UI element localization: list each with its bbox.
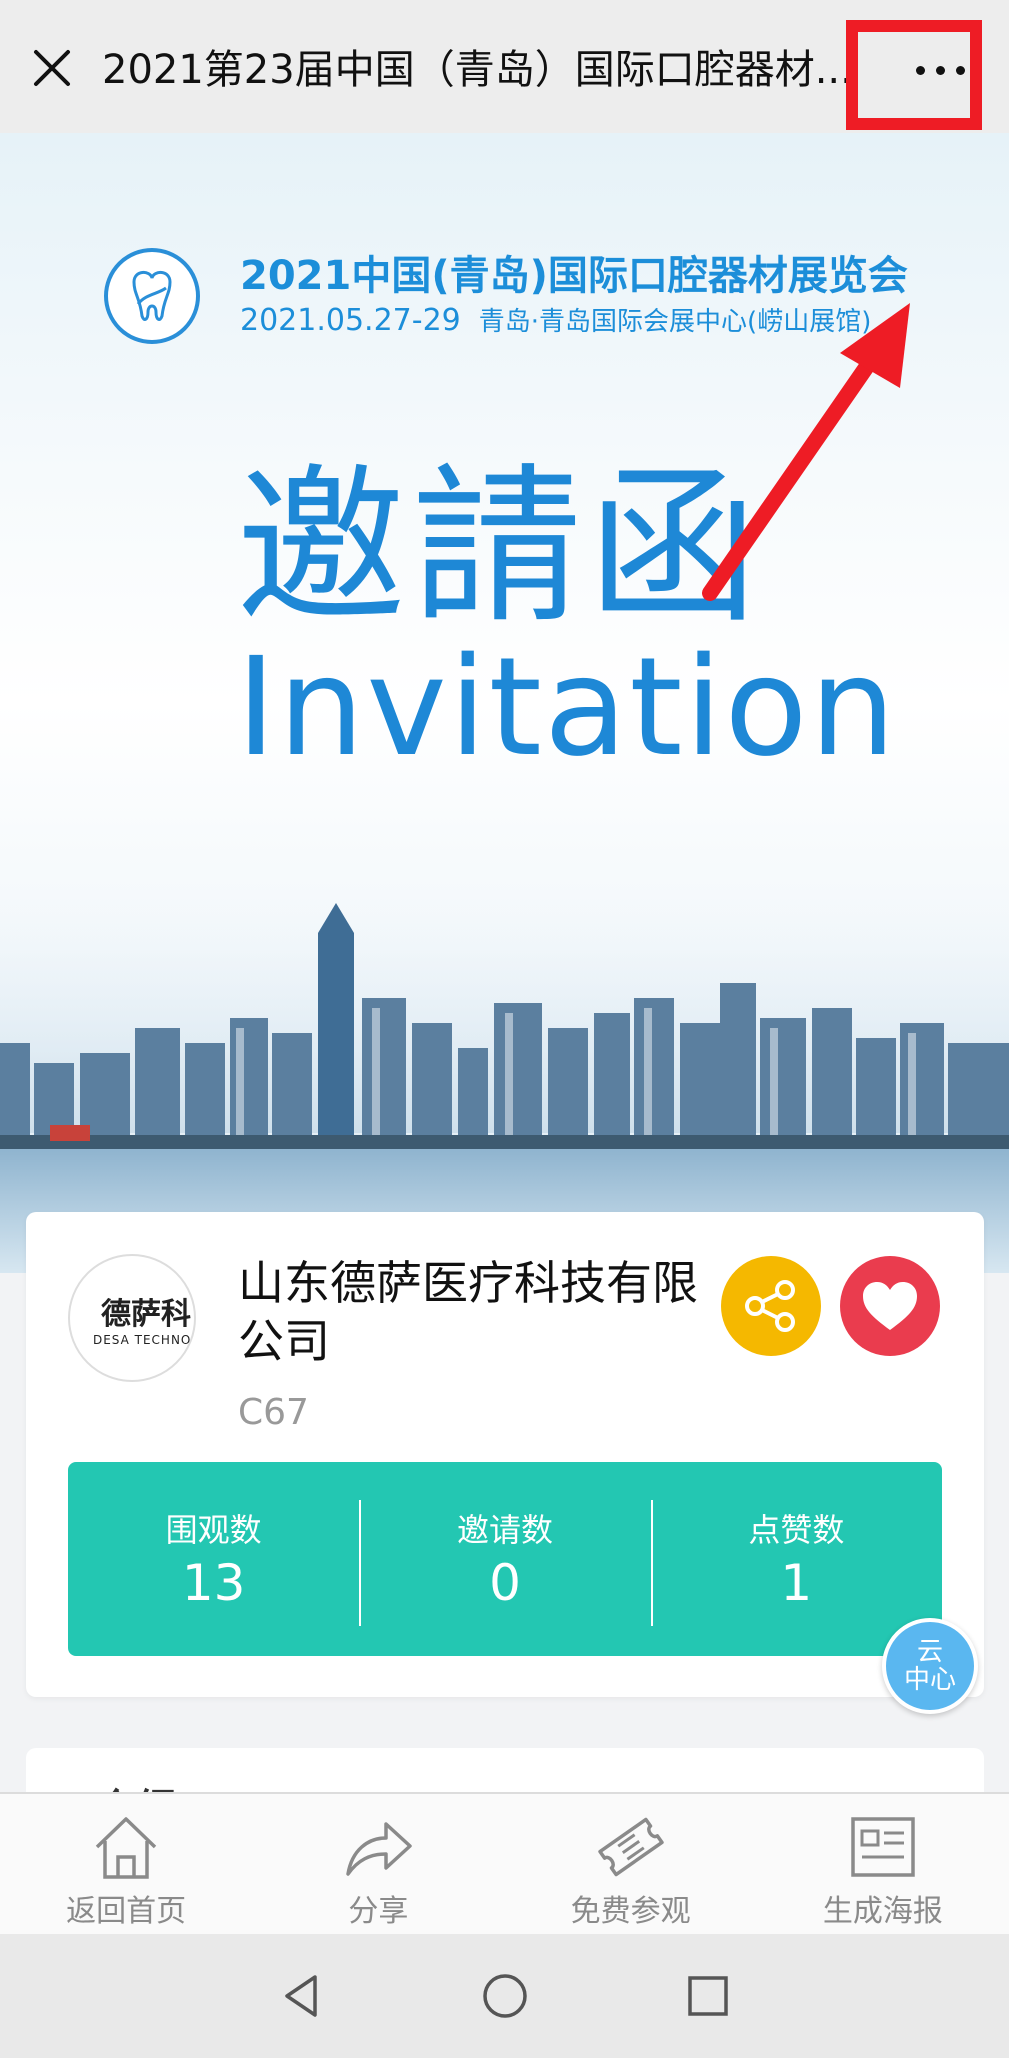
home-icon	[95, 1817, 157, 1879]
stats-panel: 围观数 13 邀请数 0 点赞数 1	[68, 1462, 942, 1656]
stat-likes: 点赞数 1	[650, 1462, 942, 1656]
stat-views: 围观数 13	[68, 1462, 359, 1656]
tab-label: 生成海报	[822, 1894, 943, 1929]
home-nav-button[interactable]	[465, 1956, 545, 2036]
tab-free-visit[interactable]: 免费参观	[505, 1794, 757, 1934]
stat-value: 13	[181, 1554, 246, 1612]
close-icon	[34, 50, 70, 86]
tab-label: 返回首页	[66, 1894, 187, 1929]
stat-value: 0	[489, 1554, 521, 1612]
tab-generate-poster[interactable]: 生成海报	[757, 1794, 1009, 1934]
back-triangle-icon	[284, 1975, 317, 2017]
bottom-tab-bar: 返回首页 分享 免费参观 生成海报	[0, 1792, 1009, 1934]
more-options-button[interactable]	[890, 40, 990, 100]
invitation-title-en: Invitation	[236, 629, 898, 787]
close-button[interactable]	[22, 38, 82, 98]
expo-venue: 青岛·青岛国际会展中心(崂山展馆)	[478, 307, 872, 337]
expo-logo	[104, 248, 200, 344]
company-name: 山东德萨医疗科技有限公司	[238, 1256, 698, 1368]
tooth-logo-icon	[132, 271, 172, 321]
poster-icon	[851, 1817, 915, 1877]
more-dot-icon	[915, 65, 925, 75]
recents-square-icon	[687, 1976, 728, 2016]
stat-label: 点赞数	[748, 1511, 845, 1549]
share-nodes-icon	[745, 1280, 795, 1332]
more-dot-icon	[935, 65, 945, 75]
stat-label: 邀请数	[456, 1511, 553, 1549]
tab-share[interactable]: 分享	[252, 1794, 504, 1934]
tab-label: 免费参观	[570, 1894, 691, 1929]
cloud-center-button[interactable]: 云 中心	[882, 1618, 978, 1714]
expo-date: 2021.05.27-29	[240, 303, 461, 338]
stat-label: 围观数	[165, 1511, 262, 1549]
title-bar: 2021第23届中国（青岛）国际口腔器材...	[0, 0, 1009, 133]
booth-number: C67	[238, 1392, 309, 1433]
heart-icon	[863, 1282, 917, 1330]
stat-value: 1	[780, 1554, 813, 1612]
share-arrow-icon	[346, 1822, 413, 1876]
expo-title: 2021中国(青岛)国际口腔器材展览会	[240, 253, 908, 299]
tab-home[interactable]: 返回首页	[0, 1794, 252, 1934]
page-title: 2021第23届中国（青岛）国际口腔器材...	[102, 47, 853, 93]
system-navigation-bar	[0, 1934, 1009, 2058]
recents-button[interactable]	[668, 1956, 748, 2036]
company-logo: 德萨科 DESA TECHNOL	[68, 1254, 196, 1382]
back-button[interactable]	[262, 1956, 342, 2036]
tab-label: 分享	[348, 1894, 409, 1929]
company-logo-subtext: DESA TECHNOL	[92, 1333, 196, 1347]
invitation-title-cn: 邀請函	[236, 449, 765, 647]
stat-invites: 邀请数 0	[359, 1462, 650, 1656]
hero-banner: 2021中国(青岛)国际口腔器材展览会 2021.05.27-29 青岛·青岛国际…	[0, 133, 1009, 1273]
home-circle-icon	[482, 1974, 527, 2018]
more-dot-icon	[955, 65, 965, 75]
cloud-badge-line1: 云	[916, 1637, 943, 1667]
ticket-icon	[597, 1817, 664, 1877]
company-logo-text: 德萨科	[101, 1297, 191, 1332]
company-card: 德萨科 DESA TECHNOL 山东德萨医疗科技有限公司 C67 围观数 13…	[26, 1212, 984, 1697]
like-button[interactable]	[840, 1256, 940, 1356]
share-button[interactable]	[721, 1256, 821, 1356]
cloud-badge-line2: 中心	[903, 1665, 956, 1695]
expo-date-line: 2021.05.27-29 青岛·青岛国际会展中心(崂山展馆)	[240, 301, 871, 338]
